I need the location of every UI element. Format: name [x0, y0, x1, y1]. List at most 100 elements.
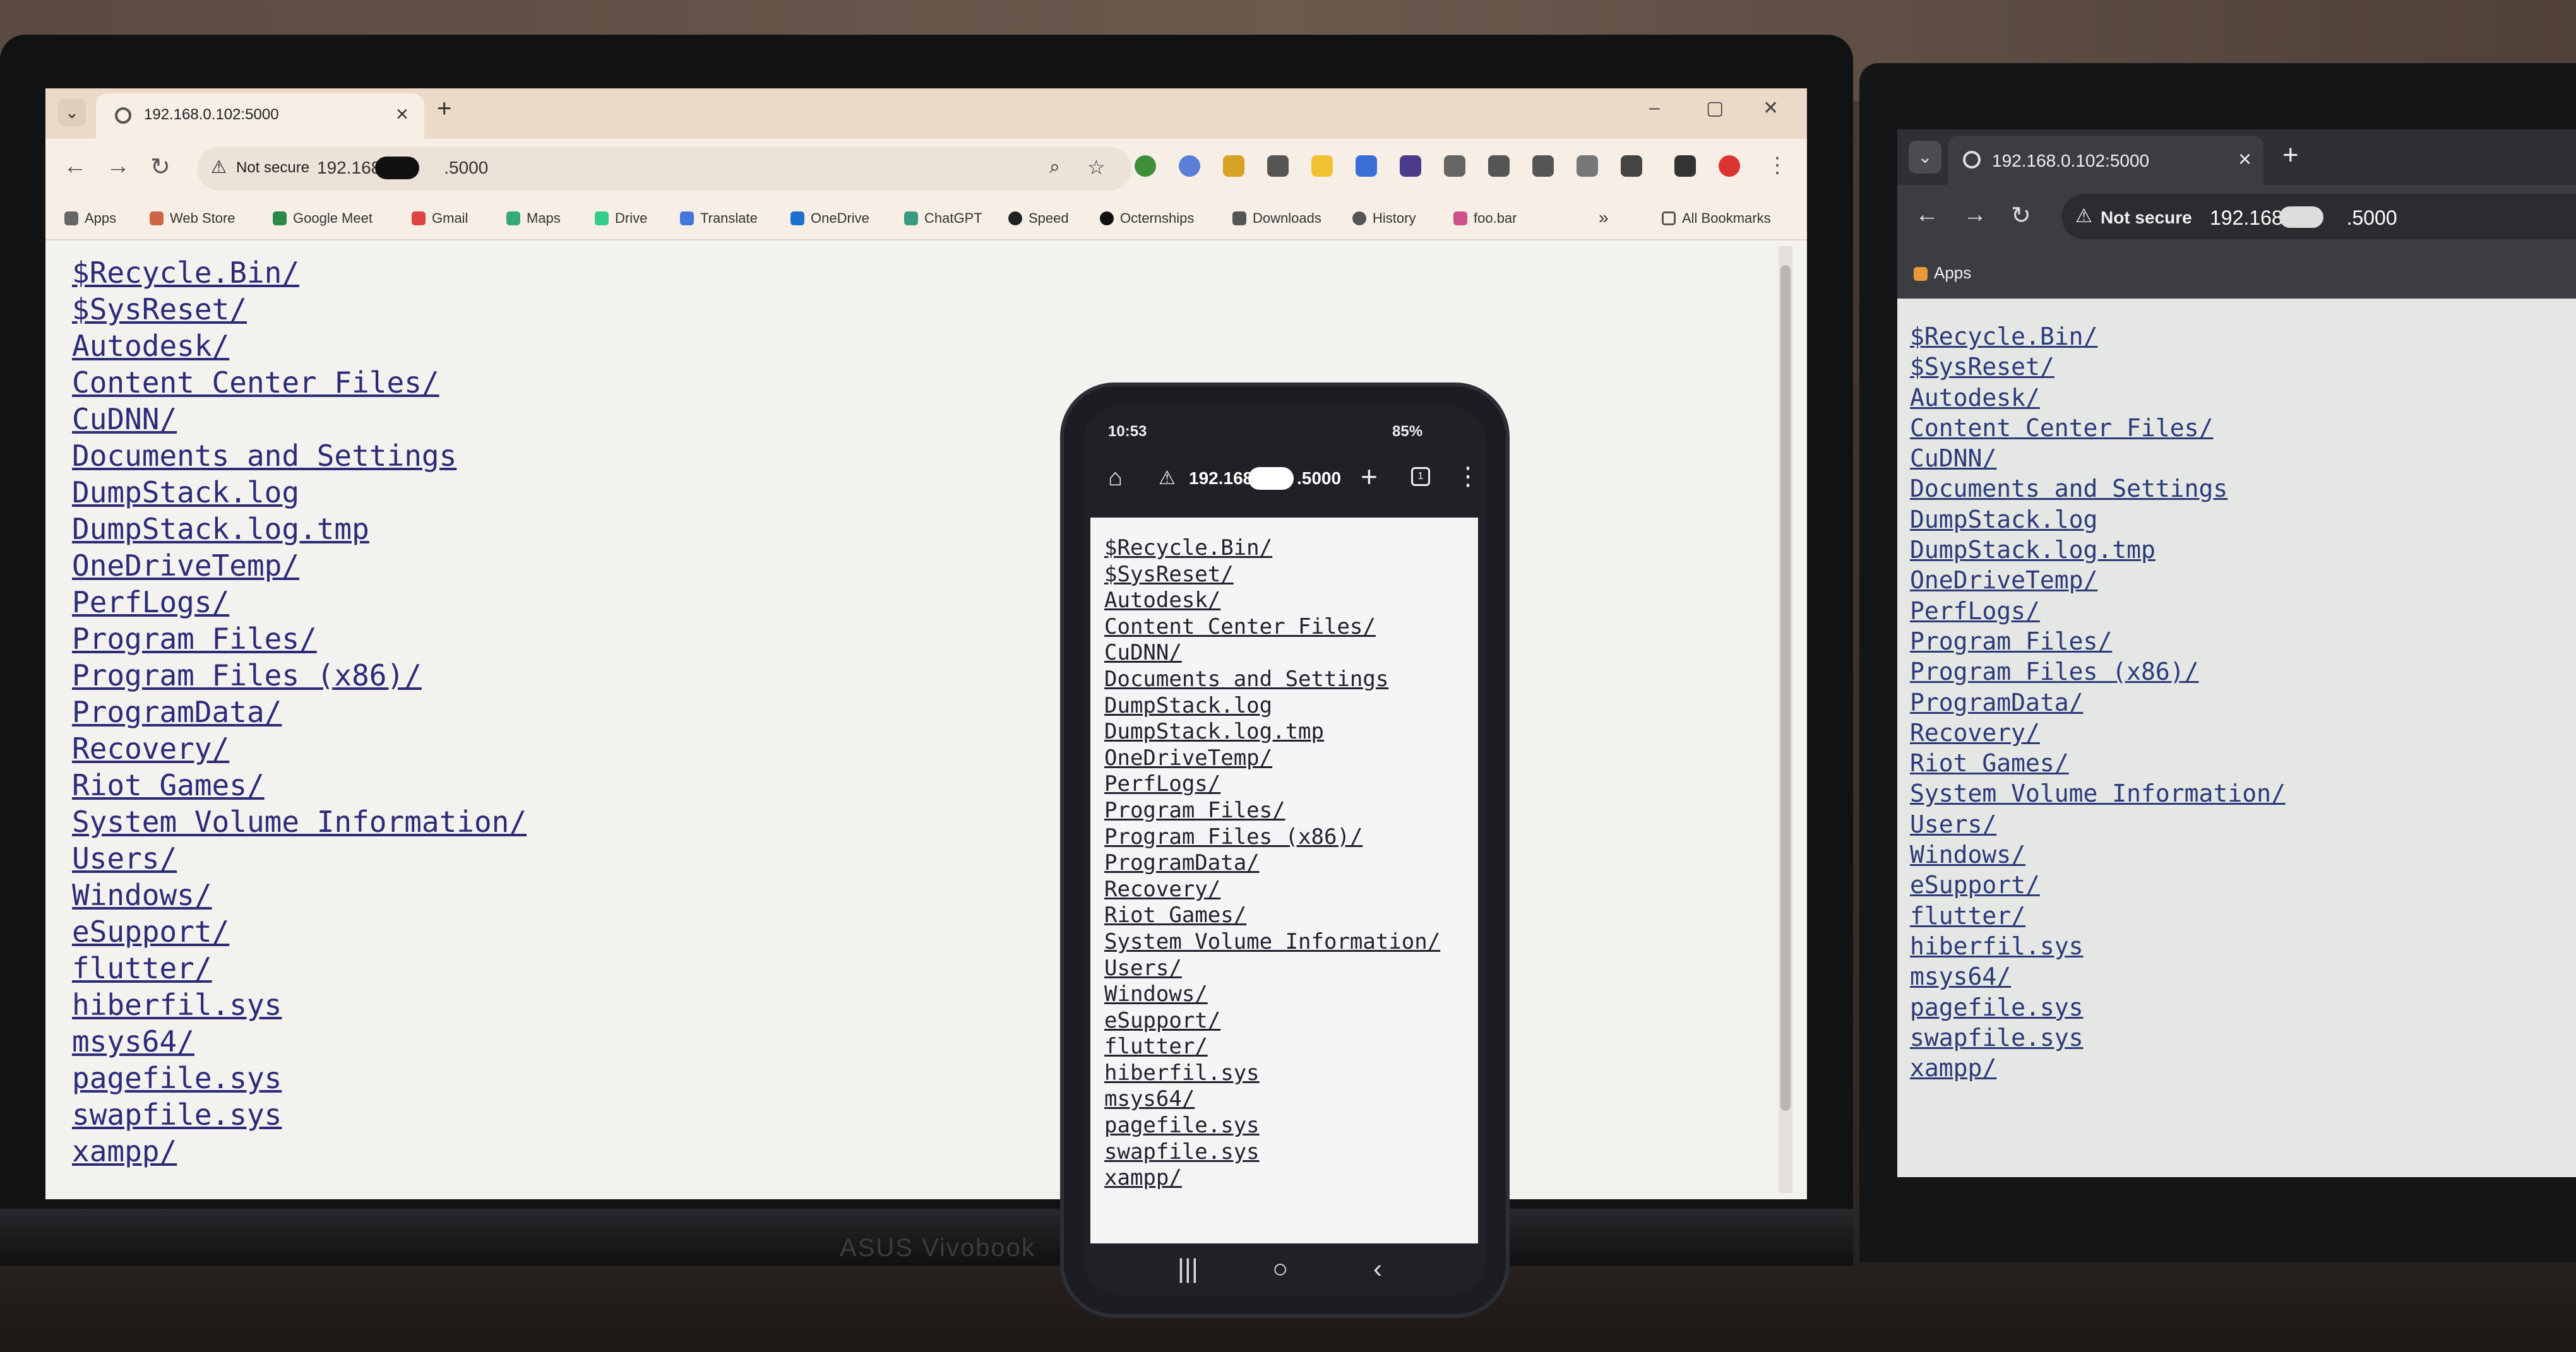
directory-entry-link[interactable]: $Recycle.Bin/: [1104, 535, 1440, 562]
extension-icon[interactable]: [1135, 155, 1156, 177]
directory-entry-link[interactable]: eSupport/: [1104, 1008, 1440, 1035]
back-button[interactable]: ←: [1915, 201, 1939, 228]
directory-entry-link[interactable]: msys64/: [1104, 1086, 1440, 1113]
menu-icon[interactable]: ⋮: [1455, 462, 1481, 491]
bookmark-onedrive[interactable]: OneDrive: [790, 210, 869, 227]
directory-entry-link[interactable]: $Recycle.Bin/: [1910, 321, 2286, 352]
extension-icon[interactable]: [1179, 155, 1200, 177]
directory-entry-link[interactable]: $SysReset/: [1910, 352, 2286, 382]
directory-entry-link[interactable]: Documents and Settings: [72, 437, 527, 474]
tab-active[interactable]: 192.168.0.102:5000 ×: [96, 93, 424, 139]
bookmark-apps[interactable]: Apps: [1914, 263, 1971, 283]
new-tab-button[interactable]: +: [2282, 139, 2299, 171]
directory-entry-link[interactable]: Content Center Files/: [1910, 413, 2286, 443]
tab-switcher-button[interactable]: 1: [1411, 467, 1430, 486]
all-bookmarks-folder[interactable]: All Bookmarks: [1662, 210, 1771, 227]
side-panel-icon[interactable]: [1674, 155, 1696, 177]
directory-entry-link[interactable]: Windows/: [1104, 981, 1440, 1008]
bookmark-translate[interactable]: Translate: [680, 210, 758, 227]
directory-entry-link[interactable]: DumpStack.log: [1910, 504, 2286, 535]
reload-button[interactable]: ↻: [2011, 201, 2031, 230]
bookmark-history[interactable]: History: [1352, 210, 1416, 227]
restore-button[interactable]: ▢: [1706, 97, 1724, 119]
directory-entry-link[interactable]: Autodesk/: [1104, 588, 1440, 614]
directory-entry-link[interactable]: Windows/: [1910, 839, 2286, 870]
puzzle-icon[interactable]: [1621, 155, 1642, 177]
minimize-button[interactable]: –: [1649, 97, 1660, 119]
directory-entry-link[interactable]: OneDriveTemp/: [1910, 565, 2286, 595]
scrollbar[interactable]: [1779, 246, 1792, 1193]
directory-entry-link[interactable]: DumpStack.log: [1104, 693, 1440, 720]
notes-icon[interactable]: [1311, 155, 1333, 177]
directory-entry-link[interactable]: eSupport/: [72, 913, 527, 950]
directory-entry-link[interactable]: PerfLogs/: [1104, 771, 1440, 798]
directory-entry-link[interactable]: hiberfil.sys: [72, 987, 527, 1023]
directory-entry-link[interactable]: OneDriveTemp/: [1104, 745, 1440, 772]
tab-active[interactable]: 192.168.0.102:5000 ×: [1948, 136, 2263, 185]
directory-entry-link[interactable]: ProgramData/: [1910, 687, 2286, 718]
back-nav-button[interactable]: ‹: [1373, 1254, 1382, 1284]
directory-entry-link[interactable]: Windows/: [72, 877, 527, 913]
directory-entry-link[interactable]: flutter/: [72, 950, 527, 987]
bookmark-apps[interactable]: Apps: [64, 210, 116, 227]
address-bar[interactable]: ⚠ Not secure 192.168. .5000: [2061, 194, 2576, 239]
directory-entry-link[interactable]: swapfile.sys: [72, 1096, 527, 1133]
directory-entry-link[interactable]: Recovery/: [72, 730, 527, 767]
directory-entry-link[interactable]: Content Center Files/: [72, 364, 527, 401]
directory-entry-link[interactable]: flutter/: [1910, 901, 2286, 931]
reload-button[interactable]: ↻: [150, 153, 170, 181]
directory-entry-link[interactable]: pagefile.sys: [72, 1060, 527, 1096]
directory-entry-link[interactable]: Riot Games/: [1104, 903, 1440, 929]
scrollbar-thumb[interactable]: [1780, 265, 1791, 1111]
directory-entry-link[interactable]: msys64/: [1910, 961, 2286, 992]
directory-entry-link[interactable]: Program Files/: [72, 620, 527, 657]
highlighter-icon[interactable]: [1223, 155, 1244, 177]
directory-entry-link[interactable]: flutter/: [1104, 1034, 1440, 1060]
directory-entry-link[interactable]: pagefile.sys: [1104, 1113, 1440, 1139]
extension-icon[interactable]: [1444, 155, 1465, 177]
directory-entry-link[interactable]: xampp/: [1910, 1053, 2286, 1083]
directory-entry-link[interactable]: System Volume Information/: [1910, 778, 2286, 809]
directory-entry-link[interactable]: Program Files/: [1104, 798, 1440, 824]
tab-close-button[interactable]: ×: [2238, 146, 2251, 172]
forward-button[interactable]: →: [1963, 201, 1987, 228]
directory-entry-link[interactable]: PerfLogs/: [1910, 596, 2286, 626]
directory-entry-link[interactable]: DumpStack.log.tmp: [1104, 719, 1440, 745]
bookmark-chatgpt[interactable]: ChatGPT: [904, 210, 982, 227]
bookmark-foo-bar[interactable]: foo.bar: [1453, 210, 1517, 227]
directory-entry-link[interactable]: ProgramData/: [72, 694, 527, 730]
directory-entry-link[interactable]: Users/: [72, 840, 527, 877]
directory-entry-link[interactable]: Content Center Files/: [1104, 614, 1440, 641]
directory-entry-link[interactable]: Users/: [1104, 956, 1440, 982]
directory-entry-link[interactable]: Autodesk/: [72, 328, 527, 364]
menu-icon[interactable]: ⋮: [1767, 153, 1788, 178]
directory-entry-link[interactable]: DumpStack.log.tmp: [1910, 535, 2286, 565]
new-tab-button[interactable]: +: [1361, 460, 1378, 494]
security-chip[interactable]: Not secure: [2101, 208, 2192, 228]
directory-entry-link[interactable]: Autodesk/: [1910, 382, 2286, 413]
directory-entry-link[interactable]: ProgramData/: [1104, 850, 1440, 877]
directory-entry-link[interactable]: DumpStack.log: [72, 474, 527, 511]
directory-entry-link[interactable]: swapfile.sys: [1104, 1139, 1440, 1166]
back-button[interactable]: ←: [63, 153, 87, 180]
bookmark-web-store[interactable]: Web Store: [150, 210, 236, 227]
directory-entry-link[interactable]: OneDriveTemp/: [72, 547, 527, 584]
home-icon[interactable]: ⌂: [1108, 465, 1123, 492]
bookmark-maps[interactable]: Maps: [506, 210, 561, 227]
directory-entry-link[interactable]: Recovery/: [1910, 718, 2286, 748]
new-tab-button[interactable]: +: [437, 95, 451, 123]
directory-entry-link[interactable]: DumpStack.log.tmp: [72, 511, 527, 547]
directory-entry-link[interactable]: Users/: [1910, 809, 2286, 839]
directory-entry-link[interactable]: eSupport/: [1910, 870, 2286, 900]
directory-entry-link[interactable]: Riot Games/: [72, 767, 527, 803]
bookmarks-overflow-button[interactable]: »: [1599, 208, 1609, 228]
directory-entry-link[interactable]: swapfile.sys: [1910, 1023, 2286, 1053]
directory-entry-link[interactable]: Riot Games/: [1910, 748, 2286, 778]
directory-entry-link[interactable]: msys64/: [72, 1023, 527, 1060]
extension-icon[interactable]: [1400, 155, 1421, 177]
directory-entry-link[interactable]: pagefile.sys: [1910, 992, 2286, 1023]
directory-entry-link[interactable]: $SysReset/: [72, 291, 527, 328]
bookmark-google-meet[interactable]: Google Meet: [273, 210, 373, 227]
directory-entry-link[interactable]: hiberfil.sys: [1104, 1060, 1440, 1087]
directory-entry-link[interactable]: $Recycle.Bin/: [72, 254, 527, 291]
